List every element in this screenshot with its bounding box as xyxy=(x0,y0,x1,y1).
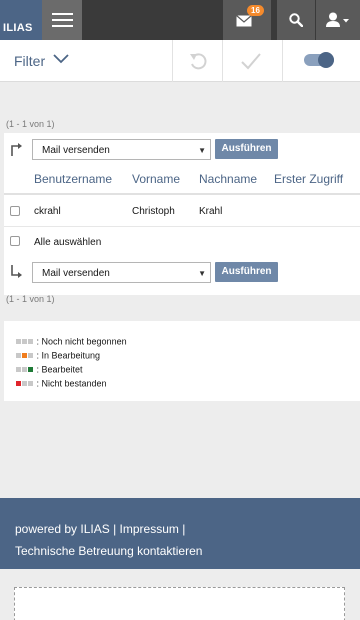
footer-support: Technische Betreuung kontaktieren xyxy=(15,544,202,558)
select-all-checkbox[interactable] xyxy=(10,236,20,246)
execute-button-top[interactable]: Ausführen xyxy=(215,139,278,159)
footer-separator: | xyxy=(113,522,117,536)
chevron-down-icon[interactable] xyxy=(53,54,69,64)
cell-firstname: Christoph xyxy=(132,206,175,217)
column-header-username[interactable]: Benutzername xyxy=(34,172,112,186)
status-square xyxy=(16,353,21,359)
status-square xyxy=(16,381,21,387)
impressum-link[interactable]: Impressum xyxy=(120,522,179,536)
status-square xyxy=(22,381,27,387)
legend-item: : Nicht bestanden xyxy=(16,378,107,389)
action-select-value: Mail versenden xyxy=(42,145,110,156)
divider xyxy=(172,40,173,82)
legend-item: : In Bearbeitung xyxy=(16,350,101,361)
cell-username: ckrahl xyxy=(34,206,61,217)
select-caret-icon: ▼ xyxy=(198,269,206,278)
menu-icon xyxy=(52,13,73,15)
filter-toggle[interactable]: Filter xyxy=(14,53,45,69)
arrow-up-right-icon xyxy=(11,143,22,156)
toggle-knob xyxy=(318,52,334,68)
logo-text: ILIAS xyxy=(3,22,33,34)
select-all-row: Alle auswählen xyxy=(4,228,360,256)
footer: powered by ILIAS | Impressum | Technisch… xyxy=(0,498,360,569)
menu-icon-bar xyxy=(52,25,73,27)
select-caret-icon: ▼ xyxy=(198,146,206,155)
mail-icon xyxy=(236,15,252,27)
status-square xyxy=(22,339,27,345)
user-icon xyxy=(326,12,349,27)
mail-count-badge: 16 xyxy=(247,5,264,16)
legend-text: : Noch nicht begonnen xyxy=(36,336,127,347)
menu-icon-bar xyxy=(52,19,73,21)
status-square xyxy=(22,367,27,373)
undo-icon[interactable] xyxy=(188,51,208,71)
divider xyxy=(222,40,223,82)
top-bar: ILIAS 16 xyxy=(0,0,360,40)
support-contact-link[interactable]: Technische Betreuung kontaktieren xyxy=(15,544,202,558)
pagination-info-bottom: (1 - 1 von 1) xyxy=(6,294,55,304)
ilias-logo[interactable]: ILIAS xyxy=(0,0,42,40)
select-all-label[interactable]: Alle auswählen xyxy=(34,237,101,248)
status-square xyxy=(28,339,33,345)
divider xyxy=(282,40,283,82)
action-select-bottom[interactable]: Mail versenden ▼ xyxy=(32,262,211,283)
status-square xyxy=(28,367,33,373)
checkmark-icon[interactable] xyxy=(240,51,262,71)
row-checkbox[interactable] xyxy=(10,206,20,216)
search-icon xyxy=(289,13,303,27)
status-square xyxy=(28,381,33,387)
status-square xyxy=(28,353,33,359)
arrow-down-right-icon xyxy=(11,265,22,278)
status-square xyxy=(16,367,21,373)
footer-links: powered by ILIAS | Impressum | xyxy=(15,522,185,536)
legend-item: : Bearbeitet xyxy=(16,364,83,375)
legend-text: : Nicht bestanden xyxy=(36,378,107,389)
table-row: ckrahl Christoph Krahl xyxy=(4,197,360,227)
table-header: Benutzername Vorname Nachname Erster Zug… xyxy=(4,165,360,195)
filter-bar: Filter xyxy=(0,40,360,82)
footer-separator: | xyxy=(182,522,186,536)
action-row-bottom: Mail versenden ▼ Ausführen xyxy=(4,259,360,287)
user-menu-button[interactable] xyxy=(316,0,360,40)
status-square xyxy=(22,353,27,359)
execute-button-bottom[interactable]: Ausführen xyxy=(215,262,278,282)
action-row-top: Mail versenden ▼ Ausführen xyxy=(4,136,360,164)
powered-by-link[interactable]: powered by ILIAS xyxy=(15,522,110,536)
filter-toggle-switch[interactable] xyxy=(304,52,334,68)
cell-lastname: Krahl xyxy=(199,206,223,217)
legend-text: : Bearbeitet xyxy=(36,364,83,375)
main-menu-button[interactable] xyxy=(42,0,82,40)
column-header-lastname[interactable]: Nachname xyxy=(199,172,257,186)
status-legend: : Noch nicht begonnen : In Bearbeitung :… xyxy=(4,321,360,401)
column-header-firstname[interactable]: Vorname xyxy=(132,172,180,186)
dashed-drop-area xyxy=(14,587,345,620)
legend-text: : In Bearbeitung xyxy=(36,350,101,361)
status-square xyxy=(16,339,21,345)
pagination-info-top: (1 - 1 von 1) xyxy=(6,119,55,129)
action-select-top[interactable]: Mail versenden ▼ xyxy=(32,139,211,160)
search-button[interactable] xyxy=(277,0,315,40)
mail-button[interactable]: 16 xyxy=(223,0,271,40)
page-bottom-area xyxy=(0,569,360,620)
legend-item: : Noch nicht begonnen xyxy=(16,336,127,347)
action-select-value: Mail versenden xyxy=(42,268,110,279)
column-header-first-access[interactable]: Erster Zugriff xyxy=(274,172,343,186)
